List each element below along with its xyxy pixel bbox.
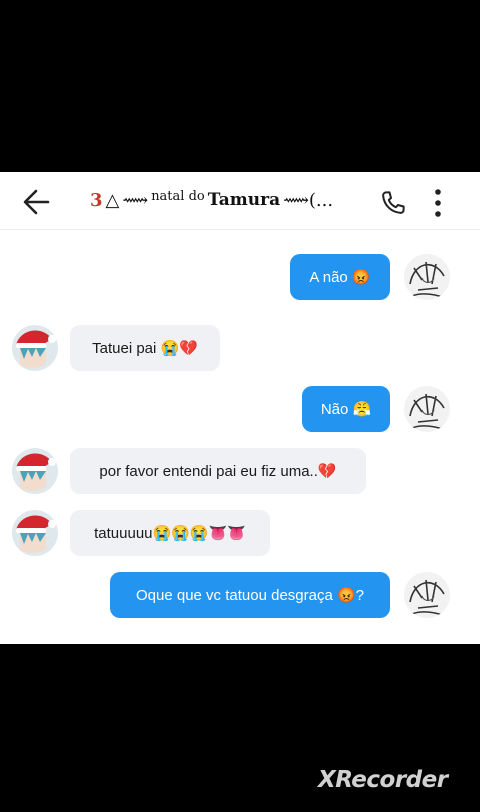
call-button[interactable] [378,188,408,218]
message-bubble-outgoing[interactable]: A não 😡 [290,254,390,300]
chat-title-prefix: natal do [151,188,205,204]
avatar-sketch-image [404,386,450,432]
message-bubble-incoming[interactable]: Tatuei pai 😭💔 [70,325,220,371]
back-button[interactable] [18,184,58,220]
chat-title[interactable]: 3 △ ⟿ natal do Tamura ⟿(... [90,180,368,220]
chat-title-name: Tamura [207,190,281,210]
avatar[interactable] [12,325,58,371]
screen: 3 △ ⟿ natal do Tamura ⟿(... A não 😡 Tatu… [0,0,480,812]
avatar[interactable] [12,448,58,494]
more-options-button[interactable] [428,186,448,220]
message-bubble-outgoing[interactable]: Não 😤 [302,386,390,432]
avatar-santa-anime-image [12,448,58,494]
message-bubble-incoming[interactable]: por favor entendi pai eu fiz uma..💔 [70,448,366,494]
avatar[interactable] [404,386,450,432]
avatar[interactable] [404,572,450,618]
more-vertical-icon [435,189,441,217]
arrow-left-icon [23,189,50,215]
title-decoration-right: ⟿(... [283,189,334,211]
chat-panel: 3 △ ⟿ natal do Tamura ⟿(... A não 😡 Tatu… [0,172,480,644]
chat-header: 3 △ ⟿ natal do Tamura ⟿(... [0,172,480,230]
message-bubble-outgoing[interactable]: Oque que vc tatuou desgraça 😡? [110,572,390,618]
avatar-santa-anime-image [12,325,58,371]
avatar-sketch-image [404,572,450,618]
avatar-sketch-image [404,254,450,300]
message-bubble-incoming[interactable]: tatuuuuu😭😭😭👅👅 [70,510,270,556]
phone-icon [382,191,405,214]
title-decoration-triangle: △ [105,189,120,211]
title-decoration-swirl: ⟿ [122,189,149,211]
avatar[interactable] [404,254,450,300]
xrecorder-watermark: XRecorder [318,767,448,793]
avatar-santa-anime-image [12,510,58,556]
avatar[interactable] [12,510,58,556]
title-decoration-left: 3 [90,189,103,211]
